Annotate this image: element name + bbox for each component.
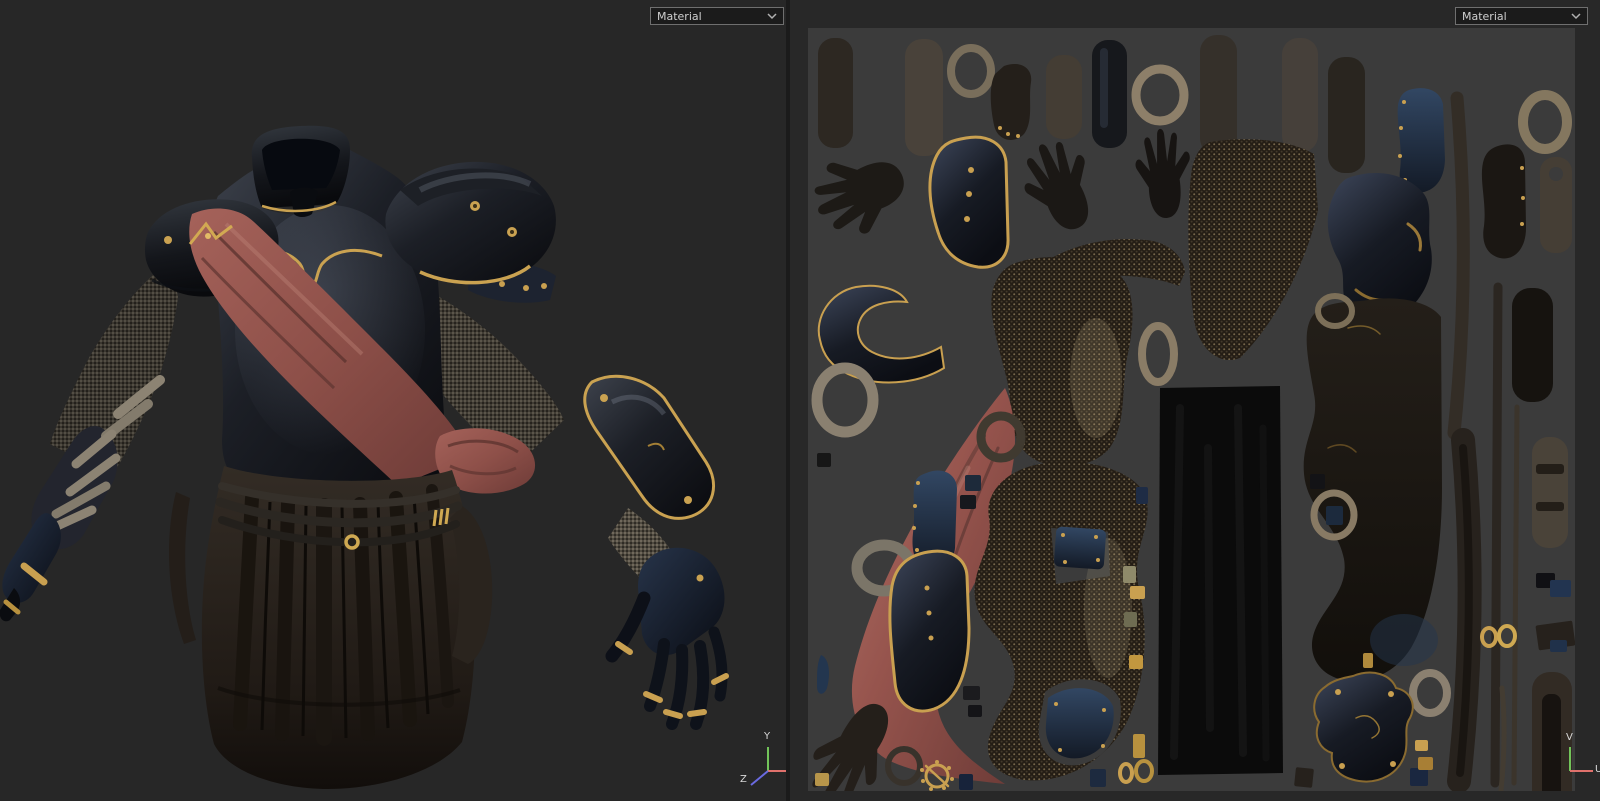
uv-island[interactable] <box>1328 57 1365 173</box>
uv-island[interactable] <box>888 549 971 713</box>
uv-island[interactable] <box>1259 424 1270 762</box>
uv-island[interactable] <box>1136 487 1148 504</box>
uv-island[interactable] <box>1497 624 1517 648</box>
uv-island[interactable] <box>817 453 831 467</box>
uv-island[interactable] <box>818 38 853 148</box>
viewport-uv-editor[interactable]: Material V U <box>790 0 1600 801</box>
uv-island[interactable] <box>1092 40 1127 148</box>
chevron-down-icon <box>767 13 777 20</box>
uv-island[interactable] <box>1410 768 1428 786</box>
uv-island[interactable] <box>965 475 981 491</box>
uv-island[interactable] <box>1090 769 1106 787</box>
uv-island[interactable] <box>1294 767 1314 788</box>
axis-label-u: U <box>1595 764 1600 775</box>
uv-island[interactable] <box>990 63 1032 140</box>
axis-label-v: V <box>1566 732 1573 743</box>
uv-island[interactable] <box>928 135 1010 269</box>
uv-island[interactable] <box>947 44 995 98</box>
uv-island[interactable] <box>1131 64 1189 126</box>
uv-island[interactable] <box>1363 653 1373 668</box>
uv-island[interactable] <box>808 138 918 248</box>
uv-island[interactable] <box>1124 612 1137 627</box>
uv-island[interactable] <box>1133 734 1145 758</box>
uv-island[interactable] <box>1188 139 1318 361</box>
uv-island[interactable] <box>1498 685 1507 791</box>
chevron-down-icon <box>1571 13 1581 20</box>
uv-island[interactable] <box>1070 318 1122 438</box>
uv-island[interactable] <box>1415 740 1428 751</box>
axis-label-z: Z <box>740 774 747 785</box>
uv-island[interactable] <box>1418 757 1433 770</box>
uv-island[interactable] <box>1010 131 1109 242</box>
axis-label-y: Y <box>764 731 771 742</box>
uv-island[interactable] <box>1234 404 1247 757</box>
left-gauntlet <box>0 513 61 622</box>
uv-island[interactable] <box>1518 90 1572 154</box>
uv-island[interactable] <box>1481 144 1526 259</box>
uv-island[interactable] <box>1511 404 1520 786</box>
uv-island[interactable] <box>1118 762 1134 784</box>
uv-island[interactable] <box>905 39 943 156</box>
viewport-3d-preview[interactable]: Material Y X Z <box>0 0 801 801</box>
uv-island[interactable] <box>968 705 982 717</box>
right-material-dropdown-value: Material <box>1462 9 1507 23</box>
left-material-dropdown[interactable]: Material <box>650 7 784 25</box>
uv-island[interactable] <box>959 774 973 790</box>
uv-island[interactable] <box>1447 91 1470 440</box>
uv-island[interactable] <box>1134 759 1154 783</box>
uv-islands-layer <box>808 35 1575 791</box>
uv-island[interactable] <box>1310 474 1325 489</box>
uv-island[interactable] <box>1532 437 1568 548</box>
uv-island[interactable] <box>811 362 879 438</box>
right-material-dropdown[interactable]: Material <box>1455 7 1588 25</box>
uv-island[interactable] <box>1536 464 1564 474</box>
uv-island[interactable] <box>1536 502 1564 511</box>
right-gauntlet <box>605 547 729 730</box>
uv-island[interactable] <box>960 495 976 509</box>
uv-island[interactable] <box>1490 282 1503 788</box>
left-material-dropdown-value: Material <box>657 9 702 23</box>
uv-island[interactable] <box>815 773 829 786</box>
uv-island[interactable] <box>1282 38 1318 152</box>
axis-gizmo-uv: V U <box>1535 730 1600 790</box>
uv-island[interactable] <box>963 686 980 700</box>
gorget-collar <box>251 125 350 217</box>
uv-island[interactable] <box>1130 586 1145 599</box>
uv-island[interactable] <box>1409 669 1451 717</box>
uv-island[interactable] <box>1100 48 1108 128</box>
uv-island[interactable] <box>1550 640 1567 652</box>
uv-island[interactable] <box>1054 526 1107 570</box>
uv-canvas[interactable] <box>808 28 1575 791</box>
uv-island[interactable] <box>1133 127 1195 221</box>
armor-model-render[interactable] <box>0 0 786 801</box>
uv-island[interactable] <box>817 655 829 694</box>
uv-island[interactable] <box>1046 55 1082 139</box>
texturing-tool-window: Material Y X Z <box>0 0 1600 801</box>
uv-island[interactable] <box>1549 167 1563 181</box>
uv-island[interactable] <box>1370 614 1438 666</box>
uv-island[interactable] <box>1326 506 1343 525</box>
uv-island[interactable] <box>1138 322 1178 386</box>
uv-island[interactable] <box>1313 671 1414 783</box>
uv-island[interactable] <box>1204 444 1214 732</box>
right-vambrace <box>583 374 715 520</box>
uv-island[interactable] <box>1123 566 1136 583</box>
uv-island[interactable] <box>1550 580 1571 597</box>
uv-island[interactable] <box>1512 288 1553 402</box>
uv-island[interactable] <box>1129 655 1143 669</box>
uv-island[interactable] <box>1200 35 1237 155</box>
